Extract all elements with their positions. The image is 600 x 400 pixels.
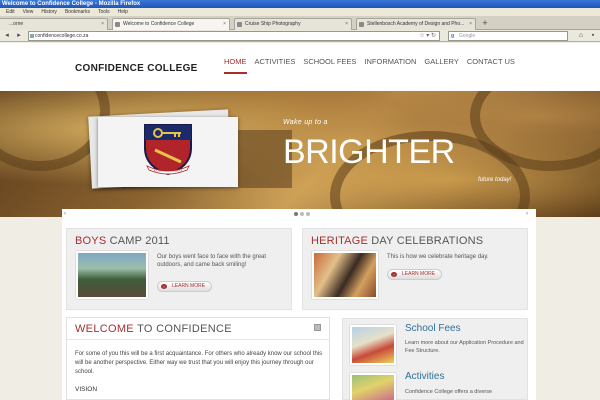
school-fees-link[interactable]: School Fees <box>405 323 461 334</box>
slider-dot[interactable] <box>306 212 310 216</box>
activities-photo[interactable] <box>350 373 396 400</box>
tab-0[interactable]: ...orne × <box>0 18 108 30</box>
close-icon[interactable]: × <box>223 19 226 30</box>
hero-headline: BRIGHTER <box>283 133 455 171</box>
main-nav: HOME ACTIVITIES SCHOOL FEES INFORMATION … <box>224 57 515 74</box>
close-icon[interactable]: × <box>469 19 472 30</box>
slider-prev-arrow[interactable]: ‹ <box>64 211 66 217</box>
slider-dot[interactable] <box>300 212 304 216</box>
search-input[interactable]: g Google <box>448 31 568 41</box>
page-icon <box>115 22 120 27</box>
nav-contact-us[interactable]: CONTACT US <box>467 57 515 74</box>
menu-bar: Edit View History Bookmarks Tools Help <box>0 8 600 16</box>
page-icon <box>237 22 242 27</box>
page-icon <box>359 22 364 27</box>
school-fees-photo[interactable] <box>350 325 396 365</box>
nav-activities[interactable]: ACTIVITIES <box>255 57 296 74</box>
activities-link[interactable]: Activities <box>405 371 444 382</box>
hero-tagline-bottom: future today! <box>478 177 512 183</box>
nav-gallery[interactable]: GALLERY <box>424 57 458 74</box>
tab-label: Welcome to Confidence College <box>123 21 195 27</box>
url-text: confidencecollege.co.za <box>35 33 89 39</box>
menu-help[interactable]: Help <box>118 8 128 16</box>
close-icon[interactable]: × <box>101 19 104 30</box>
menu-bookmarks[interactable]: Bookmarks <box>65 8 90 16</box>
school-fees-text: Learn more about our Application Procedu… <box>405 340 524 354</box>
boys-camp-card: BOYS CAMP 2011 Our boys went face to fac… <box>66 228 292 310</box>
navigation-toolbar: ◂ ▸ confidencecollege.co.za ☆ ▾ ↻ g Goog… <box>0 30 600 42</box>
tab-label: Cruise Ship Photography <box>245 21 301 27</box>
sidebar: School Fees Learn more about our Applica… <box>342 318 528 400</box>
heritage-text: This is how we celebrate heritage day. <box>387 254 489 260</box>
addon-icon[interactable]: ▪ <box>588 32 598 40</box>
boys-camp-learn-more-button[interactable]: › LEARN MORE <box>157 281 213 292</box>
menu-view[interactable]: View <box>23 8 34 16</box>
slider-dots <box>294 212 310 216</box>
menu-history[interactable]: History <box>41 8 57 16</box>
forward-arrow-icon[interactable]: ▸ <box>14 32 24 40</box>
school-crest-icon: CONFIDO IN DEO <box>144 124 192 176</box>
heritage-photo[interactable] <box>312 251 378 299</box>
site-logo[interactable]: CONFIDENCE COLLEGE <box>75 63 198 74</box>
back-arrow-icon[interactable]: ◂ <box>2 32 12 40</box>
bookmark-star-icon[interactable]: ☆ ▾ ↻ <box>419 32 436 41</box>
welcome-text: For some of you this will be a first acq… <box>75 351 323 375</box>
menu-edit[interactable]: Edit <box>6 8 15 16</box>
slider-dot[interactable] <box>294 212 298 216</box>
site-header: CONFIDENCE COLLEGE HOME ACTIVITIES SCHOO… <box>0 43 600 91</box>
menu-tools[interactable]: Tools <box>98 8 110 16</box>
tab-label: Stellenbosch Academy of Design and Pho..… <box>367 21 465 27</box>
vision-heading: VISION <box>75 386 98 393</box>
slider-next-arrow[interactable]: › <box>526 211 528 217</box>
crest-motto: CONFIDO IN DEO <box>154 169 183 173</box>
hero-tagline-top: Wake up to a <box>283 119 328 126</box>
tab-stellenbosch[interactable]: Stellenbosch Academy of Design and Pho..… <box>356 18 476 30</box>
url-bar[interactable]: confidencecollege.co.za ☆ ▾ ↻ <box>28 31 440 41</box>
tab-bar: ...orne × Welcome to Confidence College … <box>0 16 600 30</box>
nav-school-fees[interactable]: SCHOOL FEES <box>303 57 356 74</box>
site-identity-icon[interactable] <box>30 34 34 38</box>
arrow-icon: › <box>161 284 167 289</box>
heritage-card: HERITAGE DAY CELEBRATIONS This is how we… <box>302 228 528 310</box>
tab-confidence-college[interactable]: Welcome to Confidence College × <box>112 18 230 30</box>
heritage-title: HERITAGE DAY CELEBRATIONS <box>311 235 484 247</box>
boys-camp-title: BOYS CAMP 2011 <box>75 235 170 247</box>
welcome-title: WELCOME TO CONFIDENCE <box>75 323 232 335</box>
heritage-learn-more-button[interactable]: › LEARN MORE <box>387 269 443 280</box>
boys-camp-text: Our boys went face to face with the grea… <box>157 254 267 268</box>
home-icon[interactable]: ⌂ <box>576 32 586 40</box>
nav-information[interactable]: INFORMATION <box>364 57 416 74</box>
arrow-icon: › <box>391 272 397 277</box>
tab-label: ...orne <box>9 21 24 27</box>
window-title: Welcome to Confidence College - Mozilla … <box>0 0 600 8</box>
close-icon[interactable]: × <box>345 19 348 30</box>
google-icon: g <box>451 33 455 39</box>
boys-camp-photo[interactable] <box>76 251 148 299</box>
tab-cruise-ship[interactable]: Cruise Ship Photography × <box>234 18 352 30</box>
print-icon[interactable] <box>314 324 321 331</box>
welcome-section: WELCOME TO CONFIDENCE For some of you th… <box>66 317 330 400</box>
new-tab-button[interactable]: + <box>480 19 490 29</box>
activities-text: Confidence College offers a diverse <box>405 389 493 395</box>
divider <box>67 339 329 340</box>
nav-home[interactable]: HOME <box>224 57 247 74</box>
search-placeholder: Google <box>459 33 476 39</box>
